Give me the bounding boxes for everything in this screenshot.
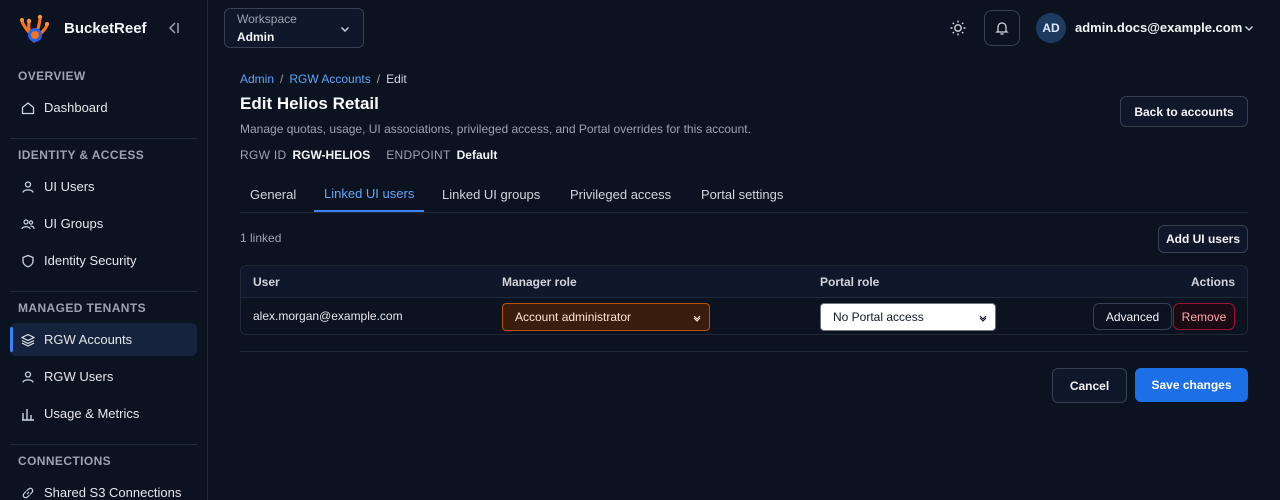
footer-divider [240,351,1248,352]
sidebar-item-rgw-users[interactable]: RGW Users [10,360,197,393]
sidebar-item-shared-s3-connections[interactable]: Shared S3 Connections [10,476,197,500]
tab-linked-ui-users[interactable]: Linked UI users [314,176,425,212]
sidebar-item-label: UI Users [44,179,95,194]
bucketreef-logo-icon [20,14,49,43]
sidebar-item-ui-groups[interactable]: UI Groups [10,207,197,240]
tab-general[interactable]: General [240,176,306,212]
add-ui-users-button[interactable]: Add UI users [1158,225,1248,253]
linked-count: 1 linked [240,231,282,245]
column-actions: Actions [1190,275,1235,289]
manager-role-value: Account administrator [515,310,632,324]
sidebar-item-dashboard[interactable]: Dashboard [10,91,197,124]
chevron-down-icon [341,27,349,32]
shield-icon [22,254,34,267]
save-changes-button[interactable]: Save changes [1135,368,1248,402]
breadcrumb-current: Edit [386,72,407,86]
column-manager-role: Manager role [502,275,577,289]
rgw-id-value: RGW-HELIOS [292,148,371,162]
nav-section-connections: CONNECTIONS [18,454,112,468]
workspace-label: Workspace [237,12,297,26]
sidebar-item-label: Identity Security [44,253,137,268]
portal-role-value: No Portal access [833,310,924,324]
workspace-selector[interactable]: Workspace Admin [224,8,364,48]
tab-bar: General Linked UI users Linked UI groups… [240,176,1248,213]
sidebar-item-identity-security[interactable]: Identity Security [10,244,197,277]
table-row: alex.morgan@example.com Account administ… [241,298,1247,334]
link-icon [22,487,34,498]
page-description: Manage quotas, usage, UI associations, p… [240,122,751,136]
breadcrumb-separator: / [376,72,381,86]
portal-role-select[interactable]: No Portal access [820,303,996,331]
brand-name: BucketReef [64,19,147,37]
chevron-down-icon [979,315,987,322]
endpoint-label: ENDPOINT [386,148,451,162]
sidebar-item-label: RGW Accounts [44,332,133,347]
sidebar-item-ui-users[interactable]: UI Users [10,170,197,203]
sidebar: BucketReef OVERVIEW Dashboard IDENTITY &… [0,0,208,500]
sidebar-item-usage-metrics[interactable]: Usage & Metrics [10,397,197,430]
workspace-value: Admin [237,30,275,44]
bar-chart-icon [22,408,34,421]
nav-divider [10,444,197,445]
linked-users-table: User Manager role Portal role Actions al… [240,265,1248,335]
sidebar-item-label: Usage & Metrics [44,406,140,421]
cancel-button[interactable]: Cancel [1052,368,1127,403]
column-user: User [253,275,280,289]
user-icon [22,180,34,193]
remove-button[interactable]: Remove [1173,303,1235,330]
chevron-down-icon [693,315,701,322]
endpoint-value: Default [456,148,498,162]
nav-divider [10,291,197,292]
nav-divider [10,138,197,139]
breadcrumb-admin[interactable]: Admin [240,72,274,86]
sidebar-item-label: Shared S3 Connections [44,485,182,500]
nav-section-managed-tenants: MANAGED TENANTS [18,301,146,315]
user-email[interactable]: admin.docs@example.com [1075,20,1242,35]
avatar[interactable]: AD [1036,13,1066,43]
sidebar-item-label: UI Groups [44,216,104,231]
home-icon [21,101,35,114]
brand[interactable]: BucketReef [18,10,147,46]
breadcrumb-separator: / [280,72,284,86]
tab-privileged-access[interactable]: Privileged access [560,176,681,212]
layers-icon [21,333,35,347]
account-meta: RGW ID RGW-HELIOS ENDPOINT Default [240,148,513,162]
user-email-cell: alex.morgan@example.com [253,309,403,323]
sidebar-item-label: Dashboard [44,100,108,115]
sidebar-item-label: RGW Users [44,369,114,384]
breadcrumb-rgw-accounts[interactable]: RGW Accounts [289,72,370,86]
sun-icon[interactable] [948,18,968,38]
tab-portal-settings[interactable]: Portal settings [691,176,793,212]
notifications-button[interactable] [984,10,1020,46]
sidebar-item-rgw-accounts[interactable]: RGW Accounts [10,323,197,356]
column-portal-role: Portal role [820,275,880,289]
users-icon [21,218,35,229]
collapse-sidebar-icon[interactable] [166,20,182,36]
advanced-button[interactable]: Advanced [1093,303,1172,330]
page-title: Edit Helios Retail [240,94,379,113]
bell-icon [995,22,1009,35]
chevron-down-icon[interactable] [1243,22,1255,34]
tab-linked-ui-groups[interactable]: Linked UI groups [432,176,550,212]
manager-role-select[interactable]: Account administrator [502,303,710,331]
nav-section-identity: IDENTITY & ACCESS [18,148,145,162]
nav-section-overview: OVERVIEW [18,69,86,83]
breadcrumb: Admin / RGW Accounts / Edit [240,72,407,86]
back-to-accounts-button[interactable]: Back to accounts [1120,96,1248,127]
user-icon [22,370,34,383]
table-header: User Manager role Portal role Actions [241,266,1247,298]
rgw-id-label: RGW ID [240,148,287,162]
